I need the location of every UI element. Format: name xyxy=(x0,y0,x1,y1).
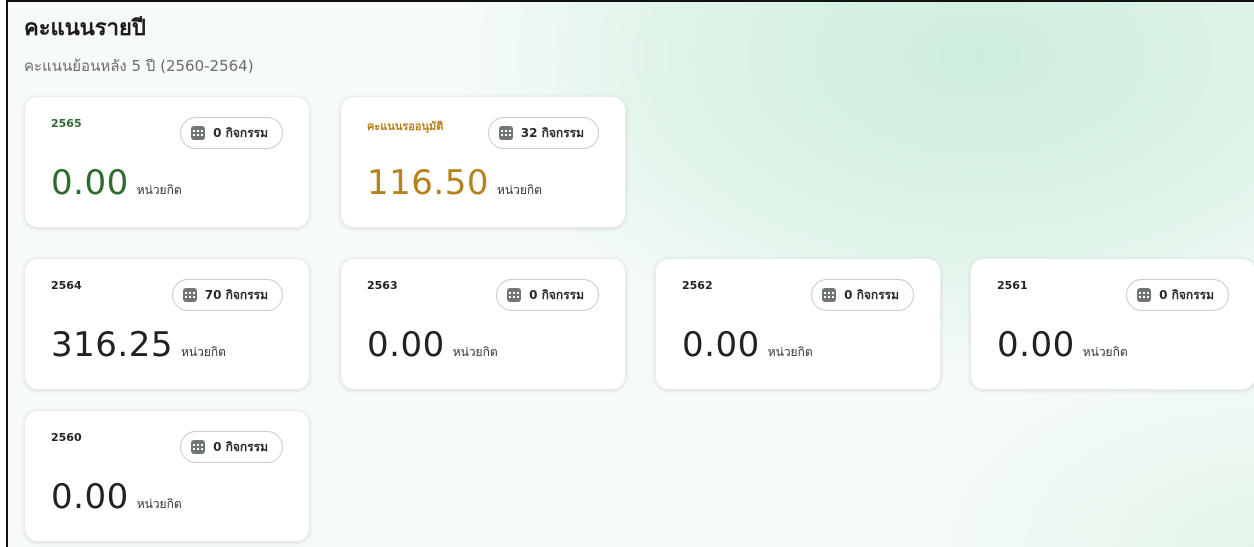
activity-count-button[interactable]: 70 กิจกรรม xyxy=(171,279,283,311)
card-year-label: คะแนนรออนุมัติ xyxy=(367,120,444,133)
activity-count-label: 0 กิจกรรม xyxy=(529,287,584,302)
activity-count-button[interactable]: 0 กิจกรรม xyxy=(1126,279,1229,311)
card-year-label: 2560 xyxy=(51,431,82,444)
score-card-2563: 2563 0 กิจกรรม 0.00 หน่วยกิต xyxy=(340,258,626,390)
yearly-score-panel: คะแนนรายปี คะแนนย้อนหลัง 5 ปี (2560-2564… xyxy=(6,0,1254,547)
score-value: 0.00 xyxy=(367,325,445,365)
unit-label: หน่วยกิต xyxy=(767,345,813,359)
card-year-label: 2563 xyxy=(367,279,398,292)
score-card-pending: คะแนนรออนุมัติ 32 กิจกรรม 116.50 หน่วยกิ… xyxy=(340,96,626,228)
score-value: 0.00 xyxy=(51,477,129,517)
score-value: 316.25 xyxy=(51,325,173,365)
score-value: 116.50 xyxy=(367,163,489,203)
activity-count-label: 0 กิจกรรม xyxy=(213,439,268,454)
unit-label: หน่วยกิต xyxy=(496,183,542,197)
activity-count-button[interactable]: 32 กิจกรรม xyxy=(487,117,599,149)
card-year-label: 2561 xyxy=(997,279,1028,292)
card-year-label: 2562 xyxy=(682,279,713,292)
activity-count-label: 32 กิจกรรม xyxy=(520,125,584,140)
unit-label: หน่วยกิต xyxy=(452,345,498,359)
score-card-2565: 2565 0 กิจกรรม 0.00 หน่วยกิต xyxy=(24,96,310,228)
calendar-icon xyxy=(191,440,206,454)
calendar-icon xyxy=(498,126,513,140)
card-year-label: 2564 xyxy=(51,279,82,292)
activity-count-label: 0 กิจกรรม xyxy=(844,287,899,302)
calendar-icon xyxy=(507,288,522,302)
activity-count-button[interactable]: 0 กิจกรรม xyxy=(180,117,283,149)
activity-count-button[interactable]: 0 กิจกรรม xyxy=(180,431,283,463)
score-card-2560: 2560 0 กิจกรรม 0.00 หน่วยกิต xyxy=(24,410,310,542)
unit-label: หน่วยกิต xyxy=(136,497,182,511)
score-card-2561: 2561 0 กิจกรรม 0.00 หน่วยกิต xyxy=(970,258,1254,390)
calendar-icon xyxy=(1137,288,1152,302)
calendar-icon xyxy=(182,288,197,302)
score-value: 0.00 xyxy=(997,325,1075,365)
calendar-icon xyxy=(191,126,206,140)
card-year-label: 2565 xyxy=(51,117,82,130)
score-card-2564: 2564 70 กิจกรรม 316.25 หน่วยกิต xyxy=(24,258,310,390)
activity-count-label: 0 กิจกรรม xyxy=(1159,287,1214,302)
activity-count-label: 70 กิจกรรม xyxy=(204,287,268,302)
unit-label: หน่วยกิต xyxy=(180,345,226,359)
score-card-2562: 2562 0 กิจกรรม 0.00 หน่วยกิต xyxy=(655,258,941,390)
score-value: 0.00 xyxy=(51,163,129,203)
page-title: คะแนนรายปี xyxy=(24,16,146,41)
activity-count-button[interactable]: 0 กิจกรรม xyxy=(811,279,914,311)
page-subtitle: คะแนนย้อนหลัง 5 ปี (2560-2564) xyxy=(24,57,254,75)
score-value: 0.00 xyxy=(682,325,760,365)
unit-label: หน่วยกิต xyxy=(136,183,182,197)
calendar-icon xyxy=(822,288,837,302)
unit-label: หน่วยกิต xyxy=(1082,345,1128,359)
activity-count-label: 0 กิจกรรม xyxy=(213,125,268,140)
activity-count-button[interactable]: 0 กิจกรรม xyxy=(496,279,599,311)
